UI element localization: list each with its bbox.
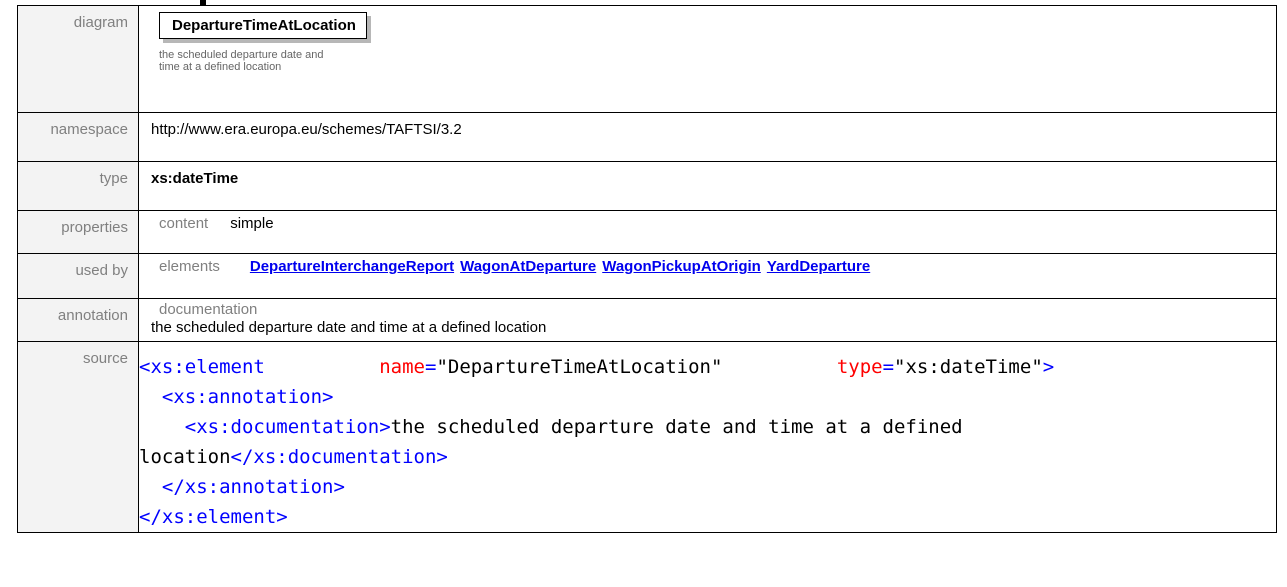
row-type: type xs:dateTime [17, 161, 1277, 211]
used-by-key-elements: elements [159, 258, 220, 275]
src-element-close: </xs:element> [139, 506, 288, 528]
link-wagon-at-departure[interactable]: WagonAtDeparture [460, 258, 596, 275]
row-used-by: used by elements DepartureInterchangeRepo… [17, 253, 1277, 299]
src-annotation-open: <xs:annotation> [161, 386, 334, 408]
row-label-properties: properties [17, 210, 139, 254]
row-label-annotation: annotation [17, 298, 139, 342]
annotation-cell: documentation the scheduled departure da… [138, 298, 1277, 342]
link-wagon-pickup-at-origin[interactable]: WagonPickupAtOrigin [602, 258, 761, 275]
diagram-cell: DepartureTimeAtLocation the scheduled de… [138, 5, 1277, 113]
namespace-value: http://www.era.europa.eu/schemes/TAFTSI/… [138, 112, 1277, 162]
element-diagram-box[interactable]: DepartureTimeAtLocation [159, 12, 367, 39]
property-value-content: simple [230, 215, 274, 232]
link-yard-departure[interactable]: YardDeparture [767, 258, 870, 275]
row-label-namespace: namespace [17, 112, 139, 162]
row-namespace: namespace http://www.era.europa.eu/schem… [17, 112, 1277, 162]
src-documentation-text-2: location [139, 446, 231, 468]
row-diagram: diagram DepartureTimeAtLocation the sche… [17, 5, 1277, 113]
row-source: source <xs:element name="DepartureTimeAt… [17, 341, 1277, 533]
row-label-used-by: used by [17, 253, 139, 299]
diagram-doc-line-2: time at a defined location [159, 61, 282, 73]
annotation-documentation-text: the scheduled departure date and time at… [151, 319, 547, 336]
src-annotation-close: </xs:annotation> [161, 476, 345, 498]
src-documentation-close: </xs:documentation> [230, 446, 448, 468]
src-element-open: <xs:element [139, 356, 265, 378]
xml-source: <xs:element name="DepartureTimeAtLocatio… [139, 356, 1055, 528]
src-name-value: "DepartureTimeAtLocation" [436, 356, 723, 378]
used-by-cell: elements DepartureInterchangeReport WagonA… [138, 253, 1277, 299]
annotation-key-documentation: documentation [159, 301, 258, 318]
link-departure-interchange-report[interactable]: DepartureInterchangeReport [250, 258, 454, 275]
row-label-source: source [17, 341, 139, 533]
src-type-value: "xs:dateTime" [894, 356, 1043, 378]
source-code-cell: <xs:element name="DepartureTimeAtLocatio… [138, 341, 1277, 533]
src-name-attr: name [379, 356, 425, 378]
row-properties: properties content simple [17, 210, 1277, 254]
element-documentation-table: diagram DepartureTimeAtLocation the sche… [17, 5, 1277, 533]
element-name: DepartureTimeAtLocation [159, 12, 367, 39]
src-type-attr: type [836, 356, 883, 378]
src-documentation-open: <xs:documentation> [184, 416, 391, 438]
row-label-diagram: diagram [17, 5, 139, 113]
diagram-doc-line-1: the scheduled departure date and [159, 49, 324, 61]
property-key-content: content [159, 215, 209, 232]
type-value: xs:dateTime [138, 161, 1277, 211]
diagram-documentation: the scheduled departure date and time at… [159, 49, 389, 73]
src-documentation-text-1: the scheduled departure date and time at… [390, 416, 963, 438]
row-annotation: annotation documentation the scheduled d… [17, 298, 1277, 342]
properties-cell: content simple [138, 210, 1277, 254]
row-label-type: type [17, 161, 139, 211]
